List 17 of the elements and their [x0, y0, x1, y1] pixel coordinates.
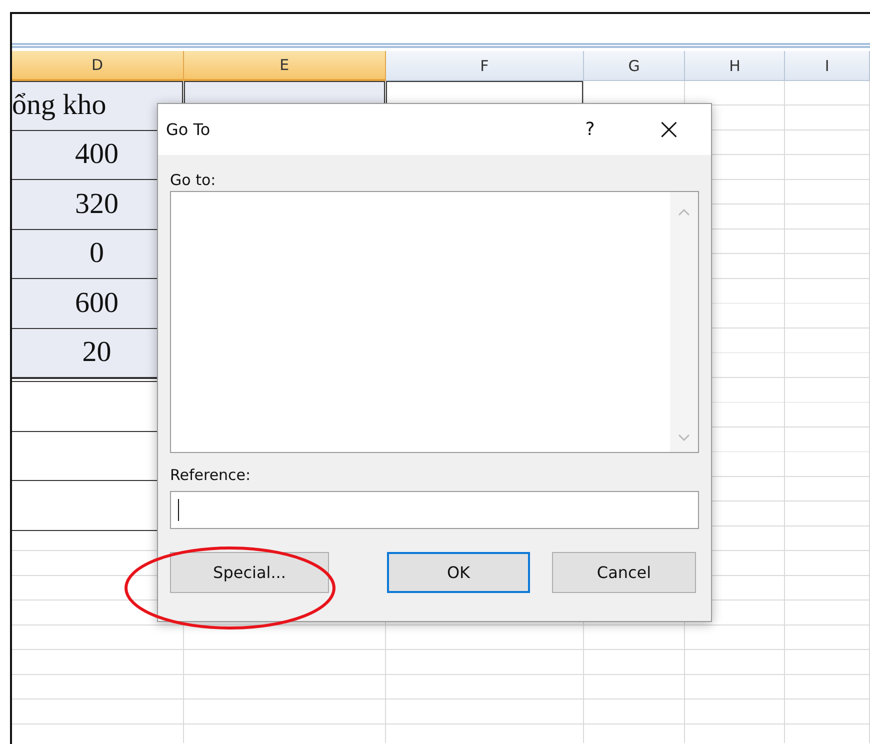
reference-field[interactable]	[170, 491, 699, 529]
column-header[interactable]: H	[685, 51, 786, 81]
column-header[interactable]: E	[184, 51, 386, 81]
list-box[interactable]	[170, 191, 699, 453]
reference-label: Reference:	[170, 466, 252, 486]
column-header[interactable]: F	[386, 51, 584, 81]
cancel-button[interactable]: Cancel	[552, 552, 696, 593]
column-header[interactable]: D	[12, 51, 184, 81]
ok-button[interactable]: OK	[387, 552, 530, 593]
scroll-down-icon[interactable]	[678, 434, 690, 442]
scroll-bar[interactable]	[670, 192, 698, 452]
help-button[interactable]: ?	[575, 119, 605, 140]
column-header[interactable]: G	[584, 51, 686, 81]
special-button[interactable]: Special...	[170, 552, 329, 593]
close-button[interactable]: ×	[649, 112, 689, 147]
scroll-up-icon[interactable]	[678, 208, 690, 216]
column-header[interactable]: I	[785, 51, 870, 81]
